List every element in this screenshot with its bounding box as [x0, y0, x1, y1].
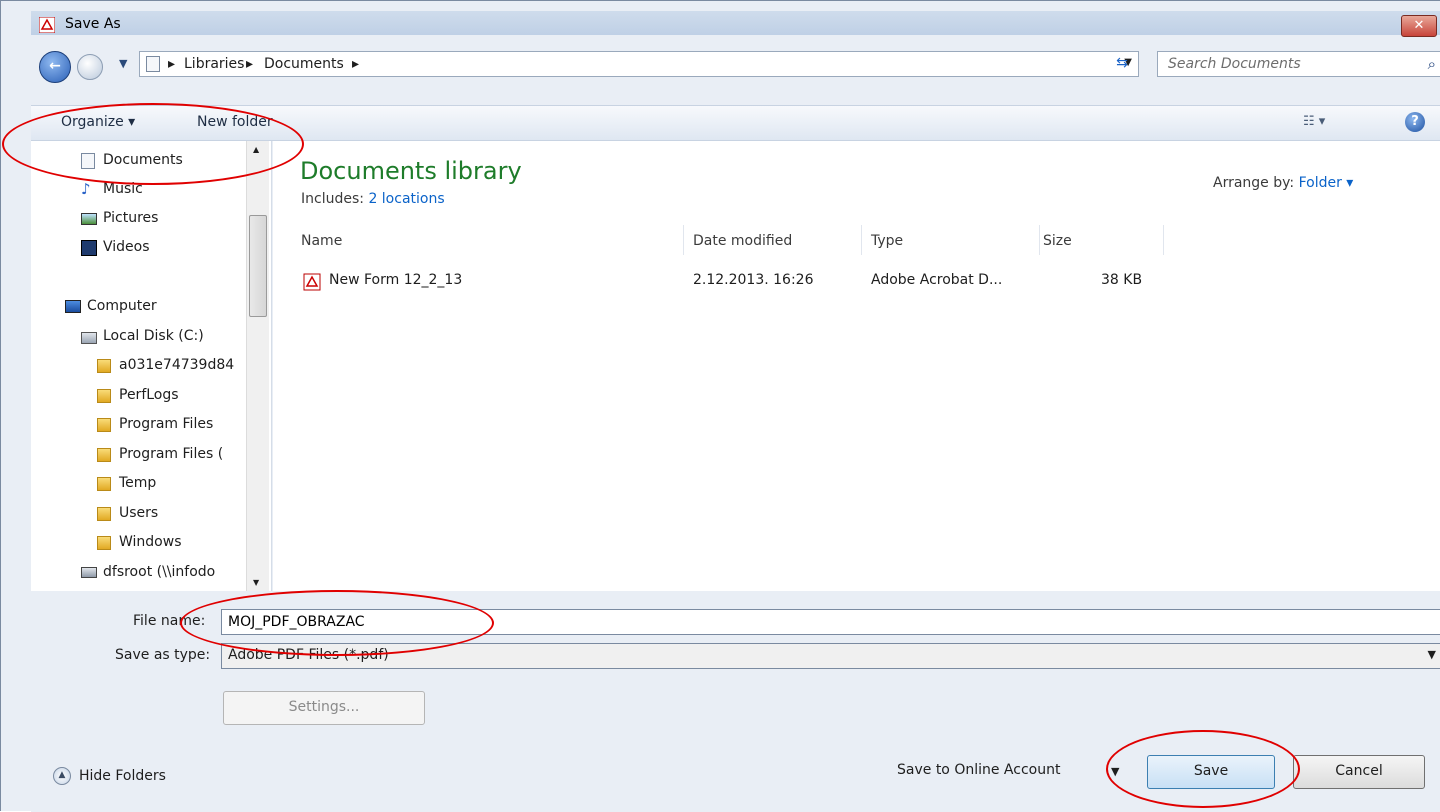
column-divider[interactable] [683, 225, 684, 255]
chevron-down-icon: ▼ [1427, 648, 1436, 661]
column-divider[interactable] [1163, 225, 1164, 255]
collapse-icon: ▲ [53, 767, 71, 785]
file-list-pane: Documents library Includes: 2 locations … [273, 141, 1440, 591]
help-icon[interactable]: ? [1405, 112, 1425, 132]
window-title: Save As [65, 16, 121, 32]
breadcrumb-libraries[interactable]: Libraries [184, 56, 244, 72]
search-input[interactable]: Search Documents ⌕ [1157, 51, 1440, 77]
back-arrow-icon: ← [49, 58, 61, 74]
address-location-icon [146, 56, 160, 72]
column-header-size[interactable]: Size [1043, 233, 1072, 249]
view-options-icon[interactable]: ☷ ▾ [1303, 114, 1325, 129]
file-row[interactable]: New Form 12_2_13 2.12.2013. 16:26 Adobe … [301, 271, 1201, 293]
save-online-button[interactable]: Save to Online Account [897, 762, 1060, 778]
arrange-by: Arrange by: Folder ▾ [1213, 175, 1354, 191]
history-dropdown-icon[interactable]: ▼ [119, 57, 127, 70]
acrobat-icon [39, 17, 55, 33]
music-icon: ♪ [81, 180, 91, 198]
folder-icon [97, 359, 111, 373]
folder-icon [97, 477, 111, 491]
breadcrumb-separator-icon: ▸ [246, 56, 254, 72]
scroll-down-icon[interactable]: ▼ [253, 578, 259, 587]
file-name: New Form 12_2_13 [329, 272, 463, 288]
library-title: Documents library [300, 157, 522, 185]
save-type-label: Save as type: [115, 647, 211, 663]
library-includes: Includes: 2 locations [301, 191, 445, 207]
file-date: 2.12.2013. 16:26 [693, 272, 814, 288]
videos-icon [81, 240, 97, 256]
folder-icon [97, 389, 111, 403]
refresh-icon[interactable]: ⇆ [1109, 55, 1135, 75]
arrange-by-dropdown[interactable]: Folder ▾ [1299, 175, 1354, 191]
column-header-type[interactable]: Type [871, 233, 903, 249]
title-bar: Save As ✕ [31, 11, 1440, 37]
annotation-ellipse [180, 590, 494, 656]
search-icon[interactable]: ⌕ [1428, 55, 1436, 73]
nav-scrollbar[interactable]: ▲ ▼ [246, 141, 269, 591]
column-divider[interactable] [861, 225, 862, 255]
scroll-thumb[interactable] [249, 215, 267, 317]
file-type: Adobe Acrobat D... [871, 272, 1003, 288]
back-button[interactable]: ← [39, 51, 71, 83]
breadcrumb-separator-icon: ▸ [352, 56, 360, 72]
computer-icon [65, 300, 81, 313]
search-placeholder: Search Documents [1168, 56, 1301, 72]
forward-button[interactable] [77, 54, 103, 80]
column-divider[interactable] [1039, 225, 1040, 255]
navigation-pane: Documents ♪ Music Pictures Videos Comput… [31, 141, 272, 591]
folder-icon [97, 418, 111, 432]
folder-icon [97, 507, 111, 521]
column-header-name[interactable]: Name [301, 233, 342, 249]
network-drive-icon [81, 567, 97, 578]
address-bar[interactable]: ▸ Libraries ▸ Documents ▸ ▼ [139, 51, 1139, 77]
settings-button[interactable]: Settings... [223, 691, 425, 725]
annotation-ellipse [1106, 730, 1300, 808]
address-row: ← ▼ ▸ Libraries ▸ Documents ▸ ▼ ⇆ Search… [31, 47, 1440, 83]
annotation-ellipse [2, 103, 304, 185]
breadcrumb-documents[interactable]: Documents [264, 56, 344, 72]
folder-icon [97, 536, 111, 550]
close-button[interactable]: ✕ [1401, 15, 1437, 37]
cancel-button[interactable]: Cancel [1293, 755, 1425, 789]
disk-icon [81, 332, 97, 344]
pdf-file-icon [303, 273, 321, 291]
pictures-icon [81, 213, 97, 225]
hide-folders-button[interactable]: ▲ Hide Folders [53, 767, 166, 785]
includes-locations-link[interactable]: 2 locations [368, 191, 444, 207]
column-header-date-modified[interactable]: Date modified [693, 233, 792, 249]
folder-icon [97, 448, 111, 462]
file-size: 38 KB [1101, 272, 1143, 288]
breadcrumb-separator-icon: ▸ [168, 56, 176, 72]
